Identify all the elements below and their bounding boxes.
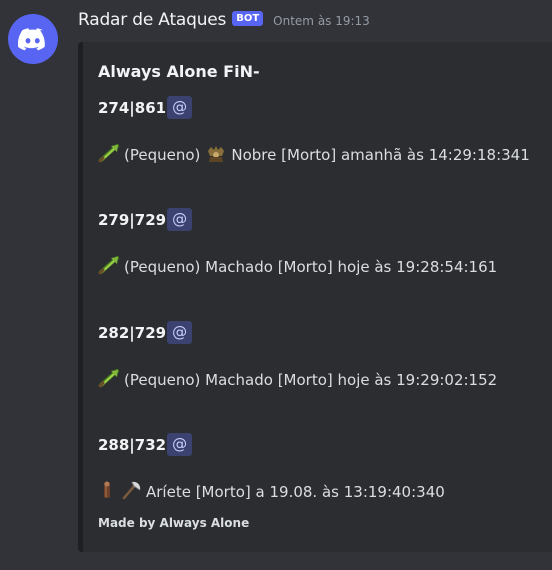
axe-unit-icon: [120, 480, 142, 504]
coords: 288|732: [98, 435, 167, 454]
attack-size: (Pequeno): [124, 146, 201, 164]
coord-line: 288|732 @: [98, 433, 193, 456]
coords: 282|729: [98, 323, 167, 342]
attack-line: (Pequeno) Machado [Morto] hoje às 19:28:…: [98, 255, 497, 279]
username[interactable]: Radar de Ataques: [78, 10, 226, 30]
embed: Always Alone FiN- 274|861 @ (Pequeno) No…: [78, 42, 552, 552]
attack-detail: (Pequeno) Machado [Morto] hoje às 19:28:…: [124, 258, 498, 276]
bot-tag: BOT: [232, 10, 264, 26]
mention[interactable]: @: [167, 433, 193, 456]
coord-line: 282|729 @: [98, 321, 193, 344]
attack-detail: Aríete [Morto] a 19.08. às 13:19:40:340: [146, 483, 445, 501]
mention[interactable]: @: [167, 321, 193, 344]
discord-logo-icon: [18, 28, 45, 51]
spear-unit-icon: [98, 143, 120, 167]
coords: 274|861: [98, 98, 167, 117]
attack-detail: (Pequeno) Machado [Morto] hoje às 19:29:…: [124, 371, 498, 389]
mention[interactable]: @: [167, 208, 193, 231]
bot-message: Radar de Ataques BOT Ontem às 19:13 Alwa…: [0, 0, 552, 570]
coord-line: 279|729 @: [98, 208, 193, 231]
message-header: Radar de Ataques BOT Ontem às 19:13: [78, 10, 370, 30]
embed-title: Always Alone FiN-: [98, 62, 260, 81]
avatar[interactable]: [8, 14, 58, 64]
attack-line: (Pequeno) Nobre [Morto] amanhã às 14:29:…: [98, 143, 530, 167]
spear-unit-icon: [98, 368, 120, 392]
attack-detail: Nobre [Morto] amanhã às 14:29:18:341: [231, 146, 530, 164]
ram-unit-icon: [98, 480, 116, 504]
message-timestamp[interactable]: Ontem às 19:13: [273, 14, 370, 28]
coords: 279|729: [98, 210, 167, 229]
attack-line: (Pequeno) Machado [Morto] hoje às 19:29:…: [98, 368, 497, 392]
attack-line: Aríete [Morto] a 19.08. às 13:19:40:340: [98, 480, 445, 504]
coord-line: 274|861 @: [98, 96, 193, 119]
noble-unit-icon: [205, 143, 227, 167]
embed-footer: Made by Always Alone: [98, 516, 250, 530]
mention[interactable]: @: [167, 96, 193, 119]
spear-unit-icon: [98, 255, 120, 279]
